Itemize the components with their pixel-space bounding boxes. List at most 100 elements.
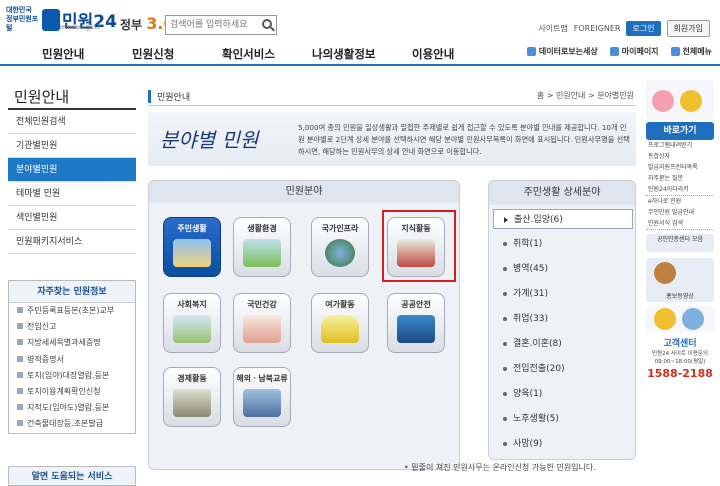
- logo-gov-text: 대한민국 정부민원포털: [6, 6, 39, 32]
- category-tile-living-env[interactable]: 생활환경: [233, 217, 291, 277]
- subcategory-item[interactable]: 전입전출(20): [493, 359, 633, 384]
- subcategory-item[interactable]: 취업(33): [493, 309, 633, 334]
- foreigner-link[interactable]: FOREIGNER: [574, 24, 621, 33]
- video-mascot-icon: [654, 262, 676, 284]
- service-link[interactable]: 민원서식 검색: [646, 218, 714, 230]
- category-header: 민원분야: [149, 181, 459, 203]
- quick-link[interactable]: 자주묻는 질문: [646, 173, 714, 184]
- bullet-icon: [17, 355, 23, 362]
- util-links: 사이트맵 FOREIGNER 로그인 회원가입: [538, 20, 710, 37]
- category-tile-national-infra[interactable]: 국가인프라: [311, 217, 369, 277]
- cert-center-banner[interactable]: 공인인증센터 모음: [646, 234, 714, 252]
- service-link[interactable]: 무인민원 발급안내: [646, 207, 714, 218]
- globe-icon: [325, 239, 355, 267]
- frequent-item[interactable]: 지적도(임야도)열람.등본: [9, 400, 135, 416]
- frequent-item[interactable]: 건축물대장등.초본발급: [9, 416, 135, 432]
- selection-highlight-frame: [382, 210, 456, 282]
- bullet-icon: [17, 404, 23, 411]
- login-button[interactable]: 로그인: [626, 21, 661, 36]
- quick-link[interactable]: 민원24이다라키: [646, 184, 714, 196]
- bullet-icon: [17, 339, 23, 346]
- monitor-icon: [397, 315, 435, 343]
- category-tile-economy[interactable]: 경제활동: [163, 367, 221, 427]
- category-tile-overseas[interactable]: 해외ㆍ남북교류: [233, 367, 291, 427]
- join-button[interactable]: 회원가입: [666, 20, 710, 37]
- gnb-item-confirm-service[interactable]: 확인서비스: [222, 46, 275, 62]
- category-tile-public-safety[interactable]: 공공안전: [387, 293, 445, 353]
- subcategory-item[interactable]: 취학(1): [493, 234, 633, 259]
- person-stretch-icon: [243, 315, 281, 343]
- frequent-item[interactable]: 지방세세목별과세증명: [9, 335, 135, 351]
- left-nav: 민원안내 전체민원검색 기관별민원 분야별민원 테마별 민원 색인별민원 민원패…: [8, 82, 136, 254]
- bullet-icon: [17, 420, 23, 427]
- category-tile-resident-life[interactable]: 주민생활: [163, 217, 221, 277]
- frequent-item[interactable]: 토지(임야)대장열람.등본: [9, 368, 135, 384]
- sitemap-link[interactable]: 사이트맵: [538, 23, 567, 34]
- search-icon[interactable]: [262, 19, 272, 29]
- bullet-icon: [503, 316, 507, 321]
- lnb-item-by-field[interactable]: 분야별민원: [8, 158, 136, 182]
- bullet-icon: [503, 341, 507, 346]
- frequent-item[interactable]: 전입신고: [9, 319, 135, 335]
- subcategory-item[interactable]: 노후생활(5): [493, 409, 633, 434]
- quick-link[interactable]: 발급지원프린터목록: [646, 162, 714, 173]
- call-center-hours: 09:00~18:00(평일): [654, 359, 706, 365]
- subcategory-list: 출산.입양(6) 취학(1) 병역(45) 가계(31) 취업(33) 결혼.이…: [493, 209, 633, 459]
- mascot-blue-icon: [682, 308, 704, 330]
- subcategory-header: 주민생활 상세분야: [489, 181, 635, 205]
- arrow-right-icon: [504, 216, 508, 223]
- mascot-pink-icon: [652, 90, 674, 112]
- frequent-item[interactable]: 토지이용계획확인신청: [9, 384, 135, 400]
- call-mascot: [646, 306, 714, 332]
- gnb-item-minwon-apply[interactable]: 민원신청: [132, 46, 174, 62]
- frequent-item[interactable]: 주민등록표등본(초본)교부: [9, 303, 135, 319]
- gnb-item-life-info[interactable]: 나의생활정보: [312, 46, 375, 62]
- quick-link[interactable]: 프로그램내려받기: [646, 140, 714, 151]
- logo-badge-icon: [42, 8, 60, 31]
- promo-video-banner[interactable]: 홍보동영상: [646, 258, 714, 302]
- frequent-item[interactable]: 병적증명서: [9, 352, 135, 368]
- gnb-right-links: 데이터로보는세상 마이페이지 전체메뉴: [526, 46, 712, 57]
- gnb-item-minwon-info[interactable]: 민원안내: [42, 46, 84, 62]
- help-services-title[interactable]: 알면 도움되는 서비스: [8, 466, 136, 486]
- bullet-icon: [503, 291, 507, 296]
- subcategory-panel: 주민생활 상세분야 출산.입양(6) 취학(1) 병역(45) 가계(31) 취…: [488, 180, 636, 460]
- lnb-item-all-search[interactable]: 전체민원검색: [8, 110, 136, 134]
- call-center-number: 1588-2188: [647, 367, 713, 380]
- subcategory-item[interactable]: 가계(31): [493, 284, 633, 309]
- gnb-item-usage-guide[interactable]: 이용안내: [412, 46, 454, 62]
- category-tile-public-health[interactable]: 국민건강: [233, 293, 291, 353]
- data-world-link[interactable]: 데이터로보는세상: [526, 46, 598, 57]
- bullet-icon: [503, 441, 507, 446]
- bullet-icon: [503, 416, 507, 421]
- call-center-sub: 민원24 사이트 이용문의: [651, 351, 709, 357]
- bullet-icon: [503, 366, 507, 371]
- lnb-title: 민원안내: [8, 82, 136, 110]
- page-description: 5,000여 종의 민원을 일상생활과 밀접한 주제별로 쉽게 접근할 수 있도…: [298, 123, 630, 156]
- subcategory-item[interactable]: 양육(1): [493, 384, 633, 409]
- subcategory-item[interactable]: 출산.입양(6): [493, 209, 633, 229]
- mascot-yellow-icon: [680, 90, 702, 112]
- category-tile-social-welfare[interactable]: 사회복지: [163, 293, 221, 353]
- page-title: 분야별 민원: [160, 128, 259, 152]
- lnb-item-package[interactable]: 민원패키지서비스: [8, 230, 136, 254]
- frequent-title: 자주찾는 민원정보: [9, 281, 135, 303]
- search-input[interactable]: [166, 16, 258, 34]
- category-tile-leisure[interactable]: 여가활동: [311, 293, 369, 353]
- bullet-icon: [17, 371, 23, 378]
- all-menu-link[interactable]: 전체메뉴: [670, 46, 712, 57]
- lnb-item-by-theme[interactable]: 테마별 민원: [8, 182, 136, 206]
- bullet-icon: [17, 387, 23, 394]
- quick-links-title: 바로가기: [646, 122, 714, 140]
- subcategory-item[interactable]: 병역(45): [493, 259, 633, 284]
- breadcrumb: 홈 > 민원안내 > 분야별민원: [536, 91, 634, 100]
- subcategory-item[interactable]: 결혼.이혼(8): [493, 334, 633, 359]
- frequent-minwon-box: 자주찾는 민원정보 주민등록표등본(초본)교부 전입신고 지방세세목별과세증명 …: [8, 280, 136, 434]
- lnb-item-by-index[interactable]: 색인별민원: [8, 206, 136, 230]
- subcategory-item[interactable]: 사망(9): [493, 434, 633, 459]
- service-link[interactable]: e하나로 민원: [646, 196, 714, 207]
- quick-link[interactable]: 동합상자: [646, 151, 714, 162]
- bullet-icon: [17, 323, 23, 330]
- lnb-item-by-agency[interactable]: 기관별민원: [8, 134, 136, 158]
- mypage-link[interactable]: 마이페이지: [609, 46, 659, 57]
